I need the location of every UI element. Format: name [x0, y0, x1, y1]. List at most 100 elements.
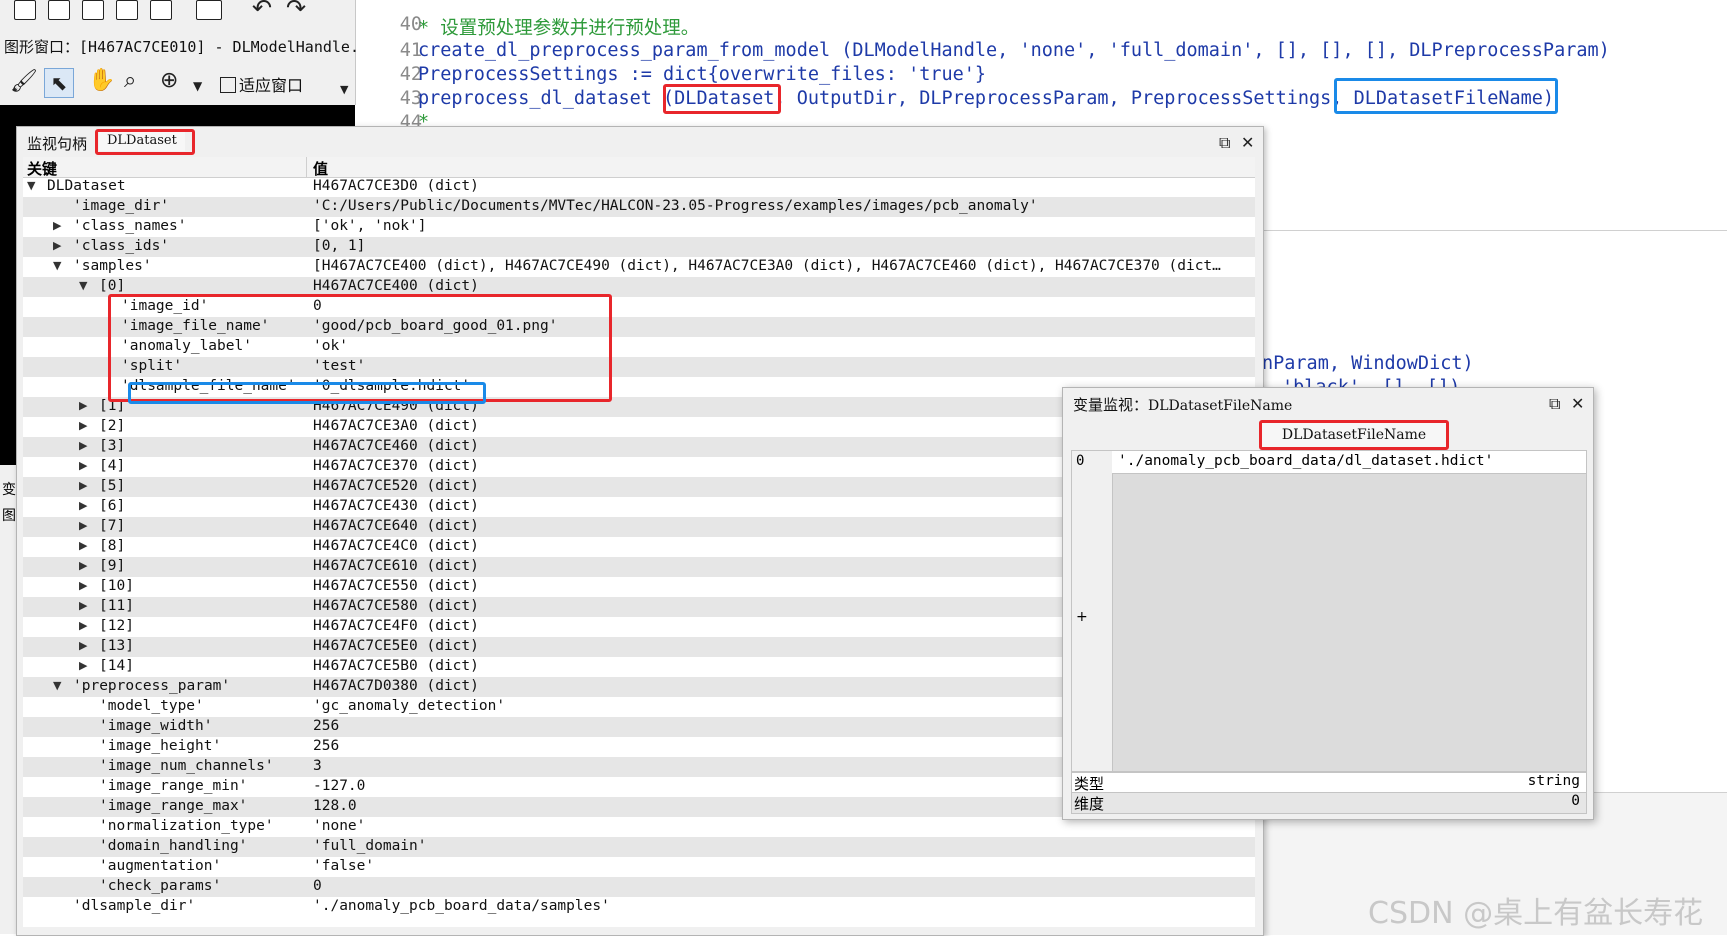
expand-caret-icon[interactable]: ▶	[79, 479, 87, 492]
row-key: 'dlsample_file_name'	[121, 378, 296, 394]
open-recent-icon[interactable]	[82, 0, 104, 20]
table-row[interactable]: 'anomaly_label' 'ok'	[23, 337, 1255, 357]
row-key: 'split'	[121, 358, 183, 374]
expand-caret-icon[interactable]: ▶	[79, 439, 87, 452]
row-value: [H467AC7CE400 (dict), H467AC7CE490 (dict…	[313, 258, 1221, 274]
collapse-caret-icon[interactable]: ▼	[79, 279, 87, 292]
expand-caret-icon[interactable]: ▶	[79, 499, 87, 512]
open-file-icon[interactable]	[48, 0, 70, 20]
expand-caret-icon[interactable]: ▶	[79, 559, 87, 572]
type-row: 类型 string	[1071, 772, 1587, 794]
camera-icon[interactable]	[196, 0, 222, 20]
fit-window-icon	[220, 77, 236, 93]
expand-caret-icon[interactable]: ▶	[79, 519, 87, 532]
row-value: H467AC7CE400 (dict)	[313, 278, 479, 294]
code-fragment[interactable]: nParam, WindowDict)	[1262, 353, 1474, 374]
expand-caret-icon[interactable]: ▶	[79, 619, 87, 632]
expand-caret-icon[interactable]: ▶	[79, 659, 87, 672]
table-header: 关键 值	[23, 157, 1255, 178]
table-row[interactable]: 'dlsample_dir' './anomaly_pcb_board_data/…	[23, 897, 1255, 917]
restore-window-icon[interactable]: ⧉	[1219, 135, 1230, 151]
table-row[interactable]: 'augmentation' 'false'	[23, 857, 1255, 877]
column-header-value[interactable]: 值	[313, 158, 328, 179]
row-key: 'normalization_type'	[99, 818, 274, 834]
row-key: 'image_width'	[99, 718, 213, 734]
table-row[interactable]: 'domain_handling' 'full_domain'	[23, 837, 1255, 857]
row-key: 'image_range_min'	[99, 778, 248, 794]
table-row[interactable]: 'split' 'test'	[23, 357, 1255, 377]
table-row[interactable]: ▼ 'samples' [H467AC7CE400 (dict), H467AC7C…	[23, 257, 1255, 277]
collapse-caret-icon[interactable]: ▼	[53, 679, 61, 692]
row-key: [0]	[99, 278, 126, 294]
save-all-icon[interactable]	[150, 0, 172, 20]
column-header-key[interactable]: 关键	[27, 158, 57, 179]
expand-caret-icon[interactable]: ▶	[53, 219, 61, 232]
pointer-icon[interactable]: ⬉	[44, 68, 74, 98]
zoom-in-icon[interactable]: ⊕	[160, 69, 178, 93]
variable-value-cell[interactable]: './anomaly_pcb_board_data/dl_dataset.hdi…	[1112, 451, 1586, 474]
row-key: [7]	[99, 518, 126, 534]
expand-caret-icon[interactable]: ▶	[79, 459, 87, 472]
new-file-icon[interactable]	[14, 0, 36, 20]
row-value: 0	[313, 298, 322, 314]
variable-grid[interactable]: 0 + './anomaly_pcb_board_data/dl_dataset…	[1071, 450, 1587, 772]
close-icon[interactable]: ✕	[1241, 135, 1254, 151]
table-row[interactable]: ▶ 'class_names' ['ok', 'nok']	[23, 217, 1255, 237]
brush-icon[interactable]: 🖌	[10, 70, 38, 94]
row-key: [4]	[99, 458, 126, 474]
redo-icon[interactable]: ↷	[286, 0, 306, 20]
toolbar-dropdown-icon[interactable]: ▼	[340, 78, 348, 102]
row-value: 'C:/Users/Public/Documents/MVTec/HALCON-…	[313, 198, 1038, 214]
table-row[interactable]: ▶ 'class_ids' [0, 1]	[23, 237, 1255, 257]
magnifier-icon[interactable]: ⌕	[124, 69, 136, 93]
collapse-caret-icon[interactable]: ▼	[27, 179, 35, 192]
expand-caret-icon[interactable]: ▶	[79, 399, 87, 412]
code-line[interactable]: preprocess_dl_dataset (DLDataset, Output…	[418, 88, 1554, 109]
row-key: 'augmentation'	[99, 858, 222, 874]
row-key: [6]	[99, 498, 126, 514]
variable-column-header[interactable]: DLDatasetFileName	[1261, 422, 1447, 448]
restore-window-icon[interactable]: ⧉	[1549, 396, 1560, 412]
table-row[interactable]: 'check_params' 0	[23, 877, 1255, 897]
table-row[interactable]: 'image_dir' 'C:/Users/Public/Documents/MV…	[23, 197, 1255, 217]
expand-caret-icon[interactable]: ▶	[79, 539, 87, 552]
save-icon[interactable]	[116, 0, 138, 20]
expand-caret-icon[interactable]: ▶	[53, 239, 61, 252]
expand-caret-icon[interactable]: ▶	[79, 579, 87, 592]
expand-plus-icon[interactable]: +	[1076, 609, 1088, 625]
undo-icon[interactable]: ↶	[252, 0, 272, 20]
close-icon[interactable]: ✕	[1571, 396, 1584, 412]
table-row[interactable]: ▼ [0] H467AC7CE400 (dict)	[23, 277, 1255, 297]
expand-caret-icon[interactable]: ▶	[79, 599, 87, 612]
column-divider[interactable]	[306, 157, 307, 177]
table-row[interactable]: 'image_file_name' 'good/pcb_board_good_01…	[23, 317, 1255, 337]
variable-monitor-window[interactable]: 变量监视：DLDatasetFileName ⧉ ✕ DLDatasetFile…	[1062, 387, 1594, 820]
fit-window-button[interactable]: 适应窗口	[220, 72, 303, 96]
table-row[interactable]: ▼ DLDataset H467AC7CE3D0 (dict)	[23, 177, 1255, 197]
row-value: 'good/pcb_board_good_01.png'	[313, 318, 558, 334]
main-toolbar: ↶ ↷ 图形窗口：[H467AC7CE010] - DLModelHandle.…	[0, 0, 377, 105]
code-line[interactable]: * 设置预处理参数并进行预处理。	[418, 14, 699, 40]
code-line[interactable]: create_dl_preprocess_param_from_model (D…	[418, 40, 1610, 61]
row-key: 'class_names'	[73, 218, 187, 234]
row-value: 'ok'	[313, 338, 348, 354]
pan-hand-icon[interactable]: ✋	[88, 69, 115, 93]
row-index: 0	[1076, 453, 1085, 469]
graphics-window-label: 图形窗口：[H467AC7CE010] - DLModelHandle.'1	[4, 38, 378, 56]
row-key: 'image_height'	[99, 738, 222, 754]
row-value: H467AC7CE3D0 (dict)	[313, 178, 479, 194]
code-line[interactable]: PreprocessSettings := dict{overwrite_fil…	[418, 64, 986, 85]
table-row[interactable]: 'image_id' 0	[23, 297, 1255, 317]
expand-caret-icon[interactable]: ▶	[79, 419, 87, 432]
row-key: 'model_type'	[99, 698, 204, 714]
row-key: [1]	[99, 398, 126, 414]
row-key: [14]	[99, 658, 134, 674]
table-row[interactable]: 'normalization_type' 'none'	[23, 817, 1255, 837]
row-key: [3]	[99, 438, 126, 454]
expand-caret-icon[interactable]: ▶	[79, 639, 87, 652]
row-key: DLDataset	[47, 178, 126, 194]
collapse-caret-icon[interactable]: ▼	[53, 259, 61, 272]
row-key: 'image_id'	[121, 298, 209, 314]
row-value: './anomaly_pcb_board_data/samples'	[313, 898, 610, 914]
chevron-down-icon[interactable]: ▼	[193, 74, 202, 98]
